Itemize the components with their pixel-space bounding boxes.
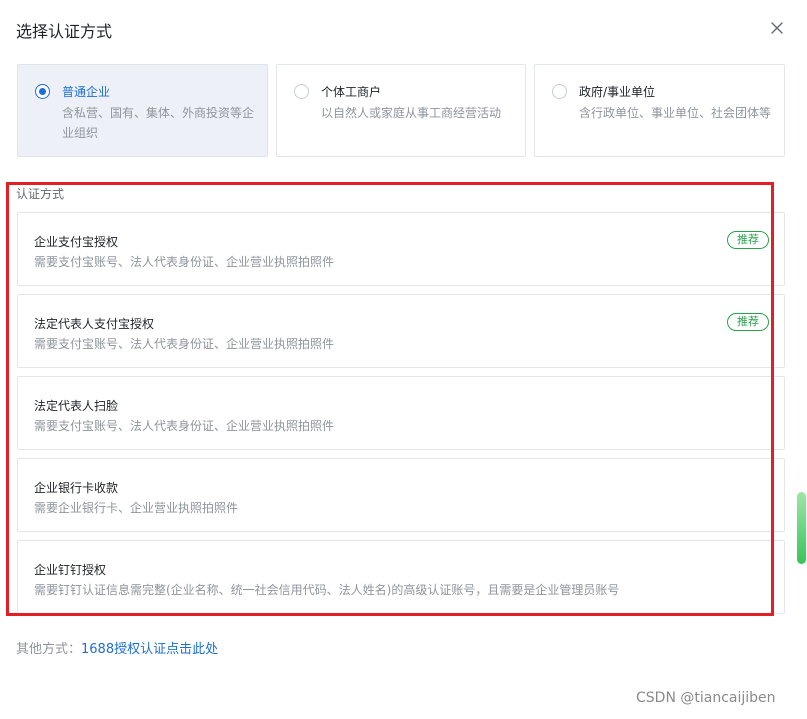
other-methods-prefix: 其他方式：	[16, 642, 82, 657]
alibaba-1688-auth-link[interactable]: 1688授权认证点击此处	[81, 642, 218, 657]
method-title: 企业银行卡收款	[34, 481, 119, 495]
radio-enterprise[interactable]	[35, 84, 50, 99]
entity-type-government[interactable]: 政府/事业单位 含行政单位、事业单位、社会团体等	[534, 64, 785, 157]
recommend-badge: 推荐	[727, 231, 769, 249]
radio-government[interactable]	[552, 84, 567, 99]
method-desc: 需要企业银行卡、企业营业执照拍照件	[34, 501, 239, 515]
entity-type-desc: 含行政单位、事业单位、社会团体等	[579, 106, 772, 120]
watermark: CSDN @tiancaijiben	[636, 690, 776, 706]
method-bank-card[interactable]: 企业银行卡收款 需要企业银行卡、企业营业执照拍照件	[17, 458, 785, 532]
entity-type-label: 个体工商户	[321, 85, 382, 99]
recommend-badge: 推荐	[727, 313, 769, 331]
entity-type-label: 普通企业	[62, 85, 111, 99]
method-desc: 需要钉钉认证信息需完整(企业名称、统一社会信用代码、法人姓名)的高级认证账号，且…	[34, 583, 620, 597]
method-title: 企业支付宝授权	[34, 235, 119, 249]
method-desc: 需要支付宝账号、法人代表身份证、企业营业执照拍照件	[34, 255, 335, 269]
method-alipay-enterprise[interactable]: 企业支付宝授权 需要支付宝账号、法人代表身份证、企业营业执照拍照件 推荐	[17, 212, 785, 286]
dialog-title: 选择认证方式	[16, 22, 113, 41]
method-title: 企业钉钉授权	[34, 563, 107, 577]
close-button[interactable]	[768, 19, 786, 37]
entity-type-individual[interactable]: 个体工商户 以自然人或家庭从事工商经营活动	[276, 64, 526, 157]
radio-individual[interactable]	[294, 84, 309, 99]
method-title: 法定代表人扫脸	[34, 399, 119, 413]
method-desc: 需要支付宝账号、法人代表身份证、企业营业执照拍照件	[34, 419, 335, 433]
method-desc: 需要支付宝账号、法人代表身份证、企业营业执照拍照件	[34, 337, 335, 351]
method-alipay-legal-rep[interactable]: 法定代表人支付宝授权 需要支付宝账号、法人代表身份证、企业营业执照拍照件 推荐	[17, 294, 785, 368]
close-icon	[771, 22, 783, 34]
entity-type-desc: 以自然人或家庭从事工商经营活动	[321, 106, 502, 120]
method-title: 法定代表人支付宝授权	[34, 317, 155, 331]
methods-section-label: 认证方式	[16, 187, 65, 201]
entity-type-desc: 含私营、国有、集体、外商投资等企业组织	[62, 106, 255, 140]
entity-type-enterprise[interactable]: 普通企业 含私营、国有、集体、外商投资等企业组织	[17, 64, 268, 157]
entity-type-label: 政府/事业单位	[579, 85, 656, 99]
scrollbar-thumb[interactable]	[797, 492, 806, 564]
method-dingtalk[interactable]: 企业钉钉授权 需要钉钉认证信息需完整(企业名称、统一社会信用代码、法人姓名)的高…	[17, 540, 785, 614]
other-methods: 其他方式：1688授权认证点击此处	[16, 638, 218, 657]
method-face-scan[interactable]: 法定代表人扫脸 需要支付宝账号、法人代表身份证、企业营业执照拍照件	[17, 376, 785, 450]
